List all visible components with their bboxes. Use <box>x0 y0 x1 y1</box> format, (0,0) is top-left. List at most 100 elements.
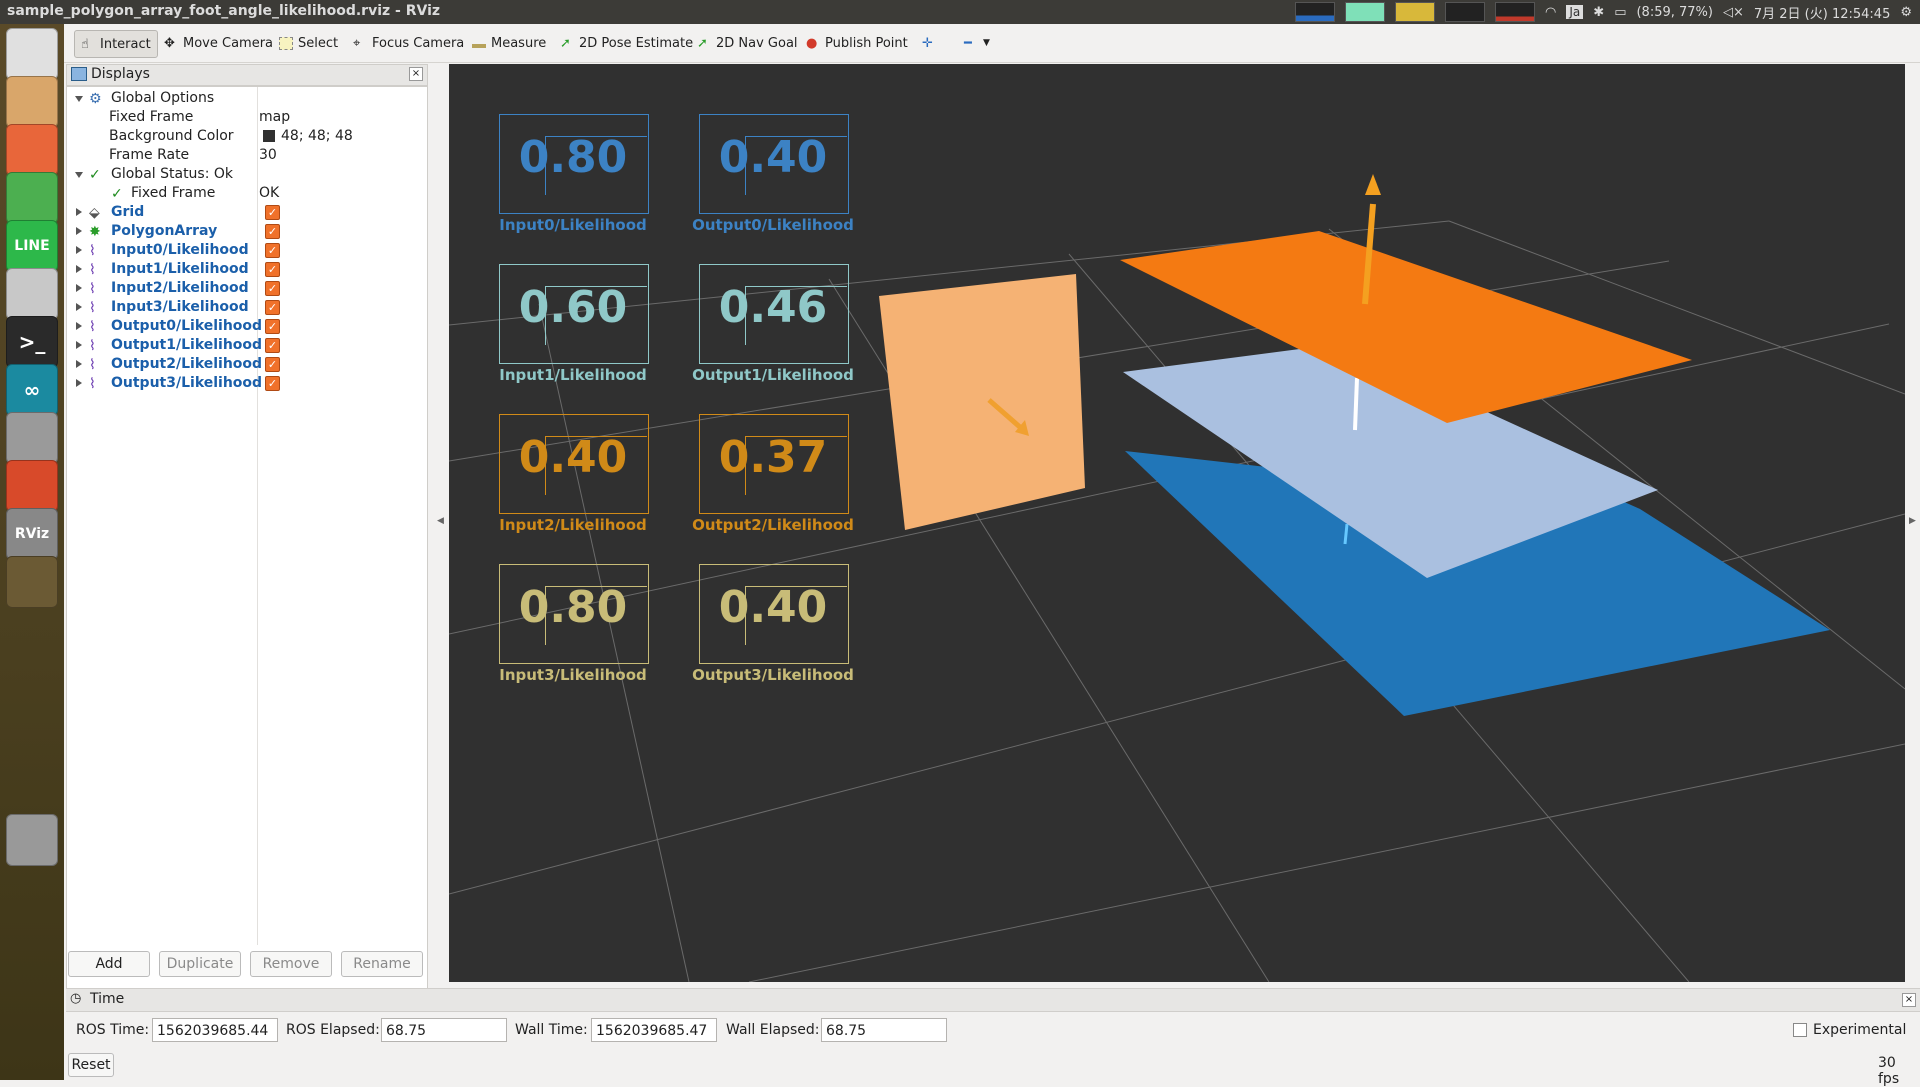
enable-checkbox[interactable]: ✓ <box>265 338 280 353</box>
cpu-graph-icon[interactable] <box>1295 2 1336 22</box>
duplicate-display-button[interactable]: Duplicate <box>159 951 241 977</box>
display-item-input2-likelihood[interactable]: ⌇ Input2/Likelihood ✓ <box>67 279 425 298</box>
splitter-right-arrow-icon[interactable]: ▶ <box>1909 516 1916 526</box>
display-item-input3-likelihood[interactable]: ⌇ Input3/Likelihood ✓ <box>67 298 425 317</box>
tree-row-global-status[interactable]: ✓ Global Status: Ok <box>67 165 425 184</box>
ros-elapsed-field[interactable]: 68.75 <box>381 1018 507 1042</box>
disk-graph-icon[interactable] <box>1445 2 1486 22</box>
enable-checkbox[interactable]: ✓ <box>265 262 280 277</box>
move-camera-tool-button[interactable]: ✥ Move Camera <box>158 30 279 56</box>
splitter-left-arrow-icon[interactable]: ◀ <box>437 516 444 526</box>
enable-checkbox[interactable]: ✓ <box>265 243 280 258</box>
expand-arrow-icon[interactable] <box>76 284 82 292</box>
camera-icon[interactable] <box>6 412 58 464</box>
expand-arrow-icon[interactable] <box>76 322 82 330</box>
ros-time-field[interactable]: 1562039685.44 <box>152 1018 278 1042</box>
expand-arrow-icon[interactable] <box>76 208 82 216</box>
measure-tool-button[interactable]: Measure <box>466 30 552 56</box>
select-box-icon <box>279 36 293 50</box>
close-icon[interactable]: × <box>409 67 423 81</box>
expand-arrow-icon[interactable] <box>76 379 82 387</box>
display-item-output0-likelihood[interactable]: ⌇ Output0/Likelihood ✓ <box>67 317 425 336</box>
swap-graph-icon[interactable] <box>1395 2 1436 22</box>
enable-checkbox[interactable]: ✓ <box>265 205 280 220</box>
wifi-icon[interactable]: ◠ <box>1545 5 1556 20</box>
display-item-output2-likelihood[interactable]: ⌇ Output2/Likelihood ✓ <box>67 355 425 374</box>
remove-display-button[interactable]: Remove <box>250 951 332 977</box>
reset-button[interactable]: Reset <box>68 1053 114 1077</box>
datetime[interactable]: 7月 2日 (火) 12:54:45 <box>1754 3 1890 22</box>
add-tool-button[interactable]: ✛ <box>916 30 942 56</box>
interact-tool-button[interactable]: ☝ Interact <box>74 30 158 58</box>
arduino-icon[interactable]: ∞ <box>6 364 58 416</box>
system-gear-icon[interactable]: ⚙ <box>1900 5 1912 20</box>
display-item-input1-likelihood[interactable]: ⌇ Input1/Likelihood ✓ <box>67 260 425 279</box>
select-tool-button[interactable]: Select <box>273 30 344 56</box>
rename-display-button[interactable]: Rename <box>341 951 423 977</box>
plot-icon: ⌇ <box>89 300 96 316</box>
close-icon[interactable]: × <box>1902 993 1916 1007</box>
enable-checkbox[interactable]: ✓ <box>265 281 280 296</box>
pose-estimate-tool-button[interactable]: ➚ 2D Pose Estimate <box>554 30 699 56</box>
render-3d-view[interactable]: 0.80 Input0/Likelihood 0.40 Output0/Like… <box>449 64 1905 982</box>
enable-checkbox[interactable]: ✓ <box>265 224 280 239</box>
remove-tool-dropdown[interactable]: ━ ▼ <box>958 30 996 56</box>
terminal-icon[interactable]: >_ <box>6 316 58 368</box>
tree-row-background-color[interactable]: Background Color 48; 48; 48 <box>67 127 425 146</box>
expand-arrow-icon[interactable] <box>76 303 82 311</box>
wall-elapsed-field[interactable]: 68.75 <box>821 1018 947 1042</box>
enable-checkbox[interactable]: ✓ <box>265 319 280 334</box>
monitor-icon <box>71 67 87 81</box>
add-display-button[interactable]: Add <box>68 951 150 977</box>
ubuntu-dash-icon[interactable] <box>6 28 58 80</box>
displays-panel: Displays × ⚙ Global Options Fixed Frame … <box>66 64 428 1000</box>
publish-point-tool-button[interactable]: ● Publish Point <box>800 30 914 56</box>
settings-icon[interactable] <box>6 460 58 512</box>
volume-icon[interactable]: ◁× <box>1723 5 1744 20</box>
expand-arrow-icon[interactable] <box>75 96 83 102</box>
net-graph-icon[interactable] <box>1495 2 1536 22</box>
expand-arrow-icon[interactable] <box>76 341 82 349</box>
enable-checkbox[interactable]: ✓ <box>265 376 280 391</box>
experimental-checkbox[interactable] <box>1793 1023 1807 1037</box>
display-item-polygonarray[interactable]: ✸ PolygonArray ✓ <box>67 222 425 241</box>
trash-icon[interactable] <box>6 814 58 866</box>
focus-camera-tool-button[interactable]: ⌖ Focus Camera <box>347 30 470 56</box>
color-swatch[interactable] <box>263 130 275 142</box>
expand-arrow-icon[interactable] <box>76 227 82 235</box>
tree-row-fixed-frame[interactable]: Fixed Frame map <box>67 108 425 127</box>
enable-checkbox[interactable]: ✓ <box>265 300 280 315</box>
display-item-input0-likelihood[interactable]: ⌇ Input0/Likelihood ✓ <box>67 241 425 260</box>
battery-status[interactable]: (8:59, 77%) <box>1636 5 1713 20</box>
expand-arrow-icon[interactable] <box>76 265 82 273</box>
disk-icon[interactable] <box>6 268 58 320</box>
chrome-icon[interactable] <box>6 172 58 224</box>
expand-arrow-icon[interactable] <box>75 172 83 178</box>
nav-goal-tool-button[interactable]: ➚ 2D Nav Goal <box>691 30 804 56</box>
keyboard-layout[interactable]: Ja <box>1566 5 1584 19</box>
line-app-icon[interactable]: LINE <box>6 220 58 272</box>
tree-row-global-options[interactable]: ⚙ Global Options <box>67 89 425 108</box>
expand-arrow-icon[interactable] <box>76 246 82 254</box>
display-item-output1-likelihood[interactable]: ⌇ Output1/Likelihood ✓ <box>67 336 425 355</box>
battery-icon[interactable]: ▭ <box>1614 5 1626 20</box>
firefox-icon[interactable] <box>6 124 58 176</box>
overlay-value: 0.40 <box>518 432 628 483</box>
tree-row-frame-rate[interactable]: Frame Rate 30 <box>67 146 425 165</box>
tree-row-status-fixed-frame[interactable]: ✓ Fixed Frame OK <box>67 184 425 203</box>
move-arrows-icon: ✥ <box>164 36 175 51</box>
plot-icon: ⌇ <box>89 281 96 297</box>
wall-time-field[interactable]: 1562039685.47 <box>591 1018 717 1042</box>
enable-checkbox[interactable]: ✓ <box>265 357 280 372</box>
expand-arrow-icon[interactable] <box>76 360 82 368</box>
rviz-icon[interactable]: RViz <box>6 508 58 560</box>
overlay-value: 0.46 <box>718 282 828 333</box>
display-item-output3-likelihood[interactable]: ⌇ Output3/Likelihood ✓ <box>67 374 425 393</box>
checkmark-icon: ✓ <box>89 167 101 183</box>
bluetooth-icon[interactable]: ✱ <box>1593 5 1604 20</box>
experimental-label: Experimental <box>1813 1022 1907 1038</box>
file-manager-icon[interactable] <box>6 76 58 128</box>
workspace-switcher-icon[interactable] <box>6 556 58 608</box>
memory-graph-icon[interactable] <box>1345 2 1386 22</box>
display-item-grid[interactable]: ⬙ Grid ✓ <box>67 203 425 222</box>
